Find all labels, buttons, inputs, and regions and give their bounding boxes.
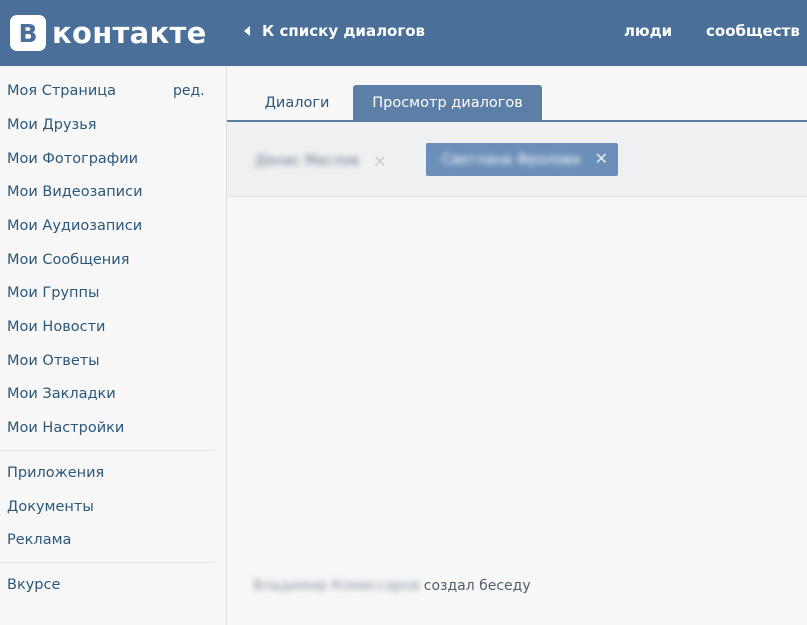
sidebar-edit-link[interactable]: ред. [173,83,205,99]
sidebar-item-ads[interactable]: Реклама [7,532,71,548]
created-conversation-text: создал беседу [423,578,531,594]
creator-name[interactable]: Владимир Комиссаров [253,578,420,594]
sidebar-item-answers[interactable]: Мои Ответы [7,353,100,369]
logo-text: контакте [52,16,207,50]
sidebar-item-documents[interactable]: Документы [7,499,94,515]
sidebar-item-vkurse[interactable]: Вкурсе [7,577,60,593]
vk-logo[interactable]: В контакте [10,14,207,52]
sidebar-item-bookmarks[interactable]: Мои Закладки [7,386,116,402]
participant-chip-selected[interactable]: Светлана Фролова ✕ [426,143,618,176]
sidebar-item-friends[interactable]: Мои Друзья [7,117,97,133]
sidebar-item-messages[interactable]: Мои Сообщения [7,252,129,268]
tab-view-dialogs[interactable]: Просмотр диалогов [353,85,542,121]
sidebar-item-apps[interactable]: Приложения [7,465,104,481]
nav-communities[interactable]: сообществ [706,22,800,40]
sidebar-item-my-page[interactable]: Моя Страница [7,83,116,99]
sidebar-item-audio[interactable]: Мои Аудиозаписи [7,218,142,234]
sidebar-divider [0,450,214,451]
sidebar-divider [0,562,214,563]
sidebar-item-photos[interactable]: Мои Фотографии [7,151,138,167]
sidebar-item-groups[interactable]: Мои Группы [7,285,99,301]
tab-dialogs[interactable]: Диалоги [247,85,347,121]
back-to-dialogs-link[interactable]: К списку диалогов [244,22,425,40]
logo-badge: В [10,15,46,51]
conversation-created-notice: Владимир Комиссаров создал беседу [253,578,531,594]
left-sidebar: Моя Страница ред. Мои Друзья Мои Фотогра… [0,66,226,625]
sidebar-item-settings[interactable]: Мои Настройки [7,420,124,436]
main-content: Диалоги Просмотр диалогов Денис Маслов ✕… [227,66,807,625]
top-header: В контакте К списку диалогов люди сообще… [0,0,807,66]
participant-name: Светлана Фролова [442,151,581,168]
remove-participant-close-icon[interactable]: ✕ [373,152,386,171]
sidebar-item-videos[interactable]: Мои Видеозаписи [7,184,143,200]
sidebar-item-news[interactable]: Мои Новости [7,319,105,335]
nav-people[interactable]: люди [624,22,672,40]
remove-participant-close-icon[interactable]: ✕ [595,149,608,168]
participant-name: Денис Маслов [255,153,360,169]
back-link-label: К списку диалогов [262,22,425,40]
back-arrow-icon [244,26,250,36]
participant-chip[interactable]: Денис Маслов ✕ [255,149,386,173]
participant-filter-bar: Денис Маслов ✕ Светлана Фролова ✕ [227,122,807,197]
